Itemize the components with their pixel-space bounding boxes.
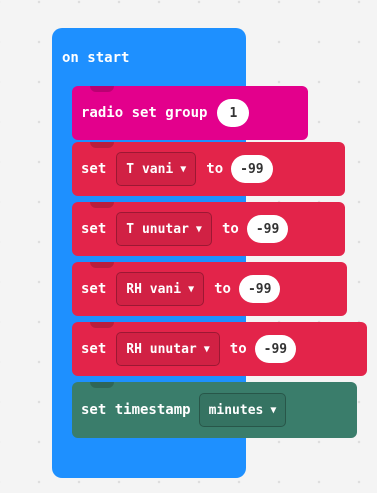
blocks-workspace[interactable]: on start radio set group 1 set T vani ▼ …: [0, 0, 377, 493]
block-notch: [90, 202, 114, 208]
block-notch: [90, 382, 114, 388]
timestamp-unit-dropdown[interactable]: minutes ▼: [198, 393, 287, 427]
set-variable-block[interactable]: set RH vani ▼ to -99: [72, 262, 347, 316]
set-timestamp-label: set timestamp: [81, 402, 191, 418]
set-timestamp-block[interactable]: set timestamp minutes ▼: [72, 382, 357, 438]
caret-down-icon: ▼: [195, 223, 202, 235]
to-keyword: to: [229, 341, 247, 357]
set-keyword: set: [81, 221, 107, 237]
variable-name: T unutar: [126, 221, 189, 237]
caret-down-icon: ▼: [188, 283, 195, 295]
caret-down-icon: ▼: [203, 343, 210, 355]
value-number-field[interactable]: -99: [238, 275, 281, 303]
variable-dropdown[interactable]: T vani ▼: [116, 152, 197, 186]
variable-dropdown[interactable]: RH vani ▼: [116, 272, 205, 306]
block-notch: [90, 322, 114, 328]
variable-dropdown[interactable]: RH unutar ▼: [116, 332, 220, 366]
variable-name: T vani: [126, 161, 174, 177]
set-keyword: set: [81, 341, 107, 357]
group-number-field[interactable]: 1: [217, 99, 250, 127]
on-start-label: on start: [62, 50, 130, 66]
caret-down-icon: ▼: [270, 404, 277, 416]
radio-set-group-label: radio set group: [81, 105, 208, 121]
block-notch: [90, 142, 114, 148]
block-notch: [90, 262, 114, 268]
caret-down-icon: ▼: [180, 163, 187, 175]
value-number-field[interactable]: -99: [254, 335, 297, 363]
value-number-field[interactable]: -99: [246, 215, 289, 243]
set-keyword: set: [81, 281, 107, 297]
set-variable-block[interactable]: set RH unutar ▼ to -99: [72, 322, 367, 376]
variable-name: RH unutar: [126, 341, 197, 357]
variable-dropdown[interactable]: T unutar ▼: [116, 212, 212, 246]
timestamp-unit: minutes: [208, 402, 264, 418]
to-keyword: to: [221, 221, 239, 237]
value-number-field[interactable]: -99: [231, 155, 273, 183]
block-notch: [90, 86, 114, 92]
to-keyword: to: [206, 161, 224, 177]
set-keyword: set: [81, 161, 107, 177]
set-variable-block[interactable]: set T unutar ▼ to -99: [72, 202, 345, 256]
variable-name: RH vani: [126, 281, 182, 297]
to-keyword: to: [214, 281, 231, 297]
set-variable-block[interactable]: set T vani ▼ to -99: [72, 142, 345, 196]
radio-set-group-block[interactable]: radio set group 1: [72, 86, 308, 140]
